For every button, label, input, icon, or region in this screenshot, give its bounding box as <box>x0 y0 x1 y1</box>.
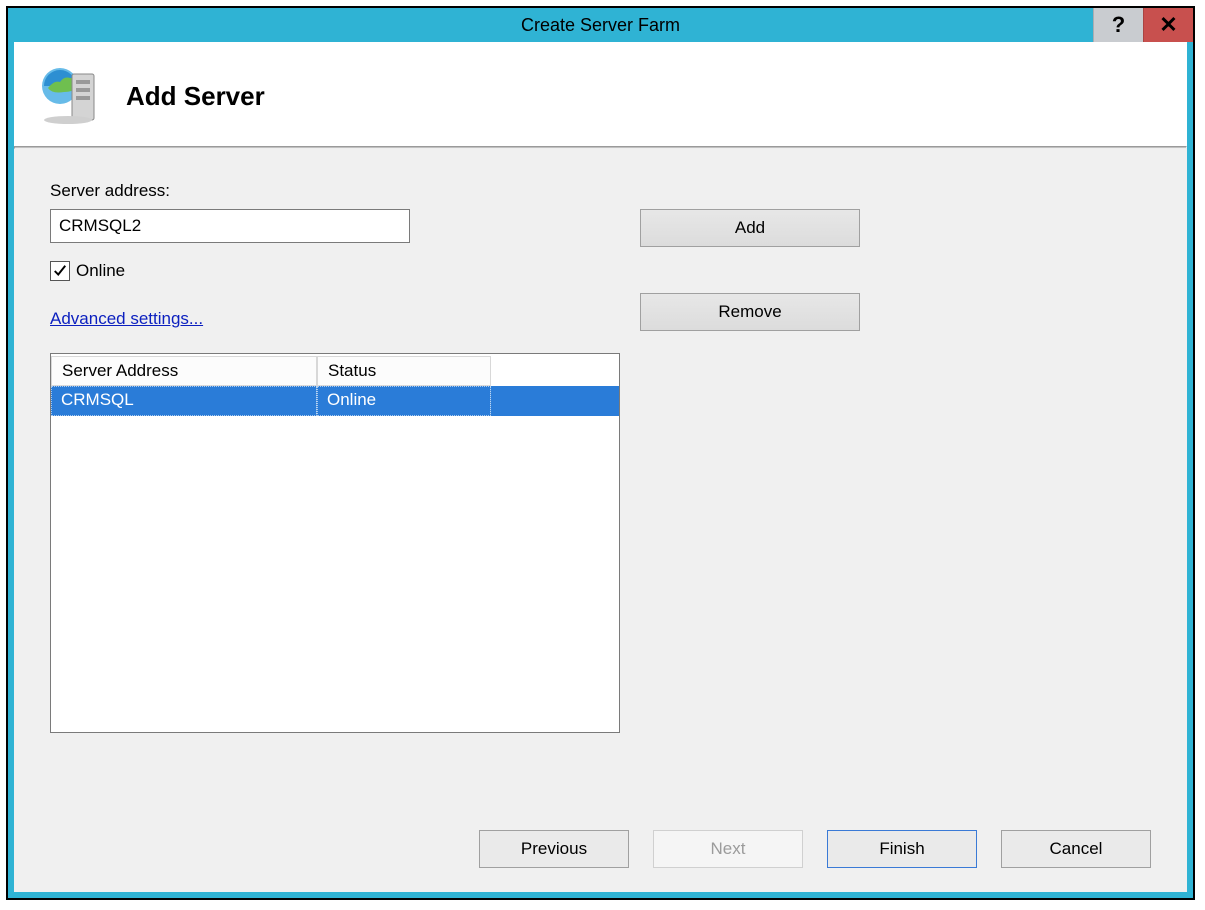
wizard-footer: Previous Next Finish Cancel <box>14 812 1187 892</box>
advanced-settings-link[interactable]: Advanced settings... <box>50 309 620 329</box>
online-checkbox[interactable]: Online <box>50 261 620 281</box>
listview-header: Server Address Status <box>51 356 619 386</box>
col-status[interactable]: Status <box>317 356 491 386</box>
help-icon: ? <box>1112 12 1125 38</box>
finish-button[interactable]: Finish <box>827 830 977 868</box>
server-address-label: Server address: <box>50 181 620 201</box>
close-button[interactable]: ✕ <box>1143 8 1193 42</box>
previous-button[interactable]: Previous <box>479 830 629 868</box>
wizard-body: Server address: Online Advanced settings… <box>14 149 1187 812</box>
add-button[interactable]: Add <box>640 209 860 247</box>
server-address-input[interactable] <box>50 209 410 243</box>
server-farm-icon <box>38 62 102 130</box>
titlebar: Create Server Farm ? ✕ <box>8 8 1193 42</box>
servers-listview[interactable]: Server Address Status CRMSQL Online <box>50 353 620 733</box>
wizard-window: Create Server Farm ? ✕ <box>6 6 1195 900</box>
cancel-button[interactable]: Cancel <box>1001 830 1151 868</box>
help-button[interactable]: ? <box>1093 8 1143 42</box>
col-server-address[interactable]: Server Address <box>51 356 317 386</box>
client-area: Add Server Server address: Online Advanc… <box>14 42 1187 892</box>
next-button: Next <box>653 830 803 868</box>
cell-status: Online <box>317 386 491 416</box>
remove-button[interactable]: Remove <box>640 293 860 331</box>
page-title: Add Server <box>126 81 265 112</box>
checkbox-icon <box>50 261 70 281</box>
window-title: Create Server Farm <box>521 15 680 36</box>
table-row[interactable]: CRMSQL Online <box>51 386 619 416</box>
wizard-banner: Add Server <box>14 42 1187 146</box>
online-label: Online <box>76 261 125 281</box>
cell-server-address: CRMSQL <box>51 386 317 416</box>
close-icon: ✕ <box>1159 12 1177 38</box>
